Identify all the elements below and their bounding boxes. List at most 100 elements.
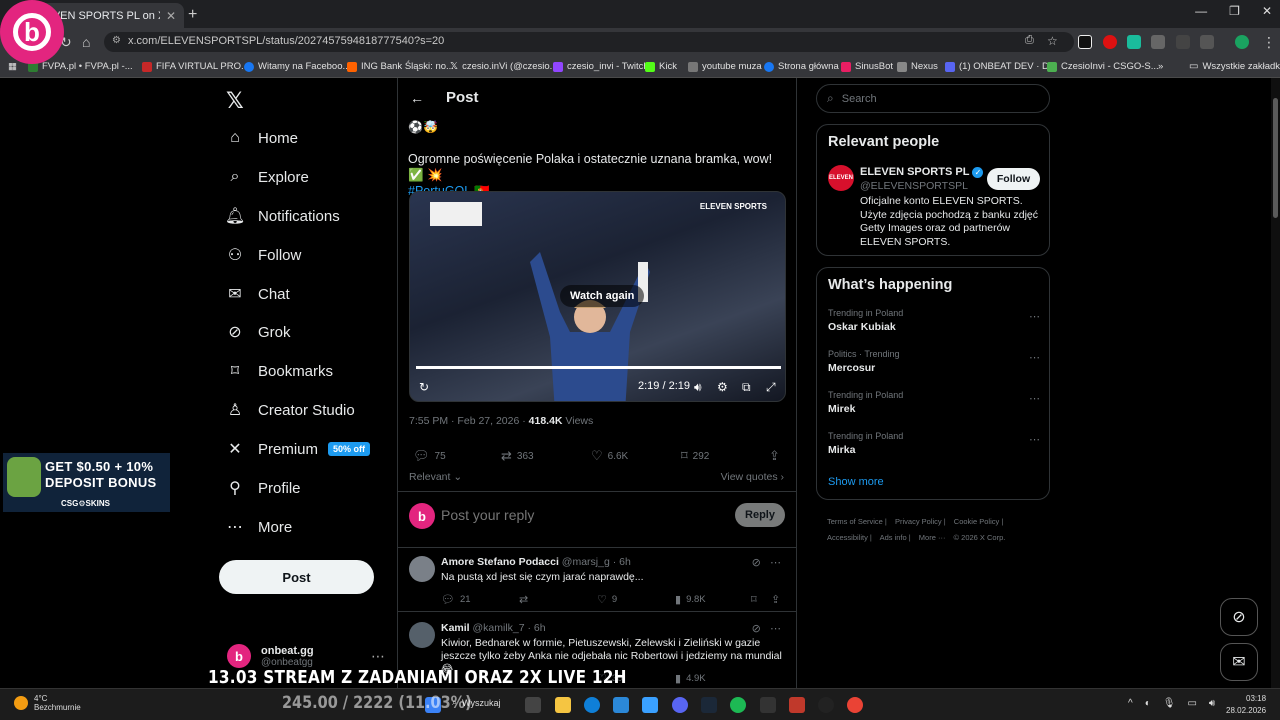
app-icon[interactable] bbox=[642, 697, 658, 713]
app-icon[interactable] bbox=[760, 697, 776, 713]
tab-close-icon[interactable]: ✕ bbox=[166, 9, 176, 23]
volume-icon[interactable]: 🔊︎ bbox=[1209, 698, 1215, 709]
bookmark-item[interactable]: czesio_invi - Twitch bbox=[553, 61, 649, 72]
reply-button[interactable]: Reply bbox=[735, 503, 785, 527]
pip-icon[interactable]: ⧉ bbox=[742, 380, 751, 395]
extension-icon[interactable] bbox=[1176, 35, 1190, 49]
replay-icon[interactable]: ↻ bbox=[419, 380, 429, 394]
reply-author-name[interactable]: Amore Stefano Podacci bbox=[441, 556, 559, 568]
extension-icon[interactable] bbox=[1103, 35, 1117, 49]
follow-button[interactable]: Follow bbox=[987, 168, 1040, 190]
share-action[interactable]: ⇪ bbox=[769, 448, 780, 464]
minimize-icon[interactable]: — bbox=[1195, 4, 1207, 18]
x-logo-icon[interactable]: 𝕏 bbox=[226, 88, 244, 114]
window-close-icon[interactable]: ✕ bbox=[1262, 4, 1272, 18]
store-icon[interactable] bbox=[613, 697, 629, 713]
footer-link[interactable]: Privacy Policy | bbox=[895, 517, 946, 526]
microphone-icon[interactable]: 🎙︎ bbox=[1163, 698, 1176, 709]
trend-item[interactable]: Trending in Poland Oskar Kubiak ⋯ bbox=[828, 308, 1040, 333]
browser-menu-icon[interactable]: ⋮ bbox=[1262, 34, 1276, 51]
account-more-icon[interactable]: ⋯ bbox=[371, 648, 385, 665]
account-switcher[interactable]: b onbeat.gg @onbeatgg ⋯ bbox=[227, 644, 385, 668]
nav-follow[interactable]: ⚇ Follow bbox=[226, 246, 302, 265]
extension-icon[interactable] bbox=[1151, 35, 1165, 49]
extension-icon[interactable] bbox=[1127, 35, 1141, 49]
reply-input[interactable] bbox=[441, 507, 721, 523]
home-browser-icon[interactable]: ⌂ bbox=[82, 34, 90, 50]
video-progress-bar[interactable] bbox=[416, 366, 781, 369]
trend-more-icon[interactable]: ⋯ bbox=[1029, 392, 1040, 405]
reply-more-icon[interactable]: ⋯ bbox=[770, 557, 781, 569]
bookmark-item[interactable]: FIFA VIRTUAL PRO... bbox=[142, 61, 249, 72]
trend-more-icon[interactable]: ⋯ bbox=[1029, 433, 1040, 446]
star-icon[interactable]: ☆ bbox=[1047, 34, 1058, 48]
nav-home[interactable]: ⌂ Home bbox=[226, 129, 298, 147]
bookmark-item[interactable]: Witamy na Faceboo... bbox=[244, 61, 350, 72]
bookmark-item[interactable]: ING Bank Śląski: no... bbox=[347, 61, 454, 72]
footer-link[interactable]: Terms of Service | bbox=[827, 517, 887, 526]
grok-explain-icon[interactable]: ⊘ bbox=[752, 623, 761, 635]
like-action[interactable]: ♡ 6.6K bbox=[591, 448, 628, 464]
nav-bookmarks[interactable]: ⌑ Bookmarks bbox=[226, 362, 333, 381]
steam-icon[interactable] bbox=[701, 697, 717, 713]
tray-expand-icon[interactable]: ^ bbox=[1128, 698, 1133, 709]
edge-icon[interactable] bbox=[584, 697, 600, 713]
watch-again-button[interactable]: Watch again bbox=[560, 285, 645, 307]
post-button[interactable]: Post bbox=[219, 560, 374, 594]
install-app-icon[interactable]: ⎙ bbox=[1025, 34, 1034, 47]
more-bookmarks-icon[interactable]: » bbox=[1158, 61, 1163, 72]
nav-chat[interactable]: ✉ Chat bbox=[226, 285, 289, 304]
grok-float-button[interactable]: ⊘ bbox=[1220, 598, 1258, 636]
sort-replies-dropdown[interactable]: Relevant ⌄ bbox=[409, 471, 462, 483]
footer-link[interactable]: More ··· bbox=[919, 533, 948, 542]
reply-author-name[interactable]: Kamil bbox=[441, 622, 470, 634]
maximize-icon[interactable]: ❐ bbox=[1229, 4, 1240, 18]
network-icon[interactable]: ▭ bbox=[1187, 698, 1196, 709]
trend-item[interactable]: Trending in Poland Mirka ⋯ bbox=[828, 431, 1040, 456]
apps-icon[interactable]: ▦ bbox=[8, 61, 17, 72]
view-quotes-link[interactable]: View quotes › bbox=[721, 471, 784, 483]
obs-icon[interactable] bbox=[818, 697, 834, 713]
grok-explain-icon[interactable]: ⊘ bbox=[752, 557, 761, 569]
url-field[interactable]: ⚙ x.com/ELEVENSPORTSPL/status/2027457594… bbox=[104, 32, 1074, 52]
site-info-icon[interactable]: ⚙ bbox=[112, 35, 121, 46]
settings-icon[interactable]: ⚙ bbox=[717, 380, 728, 394]
person-name[interactable]: ELEVEN SPORTS PL ✓ bbox=[860, 166, 984, 178]
all-bookmarks-folder[interactable]: ▭ Wszystkie zakładki bbox=[1189, 61, 1280, 72]
like-action[interactable]: ♡ 9 bbox=[597, 593, 617, 606]
trend-item[interactable]: Trending in Poland Mirek ⋯ bbox=[828, 390, 1040, 415]
bookmark-item[interactable]: SinusBot bbox=[841, 61, 893, 72]
messages-float-button[interactable]: ✉ bbox=[1220, 643, 1258, 681]
avatar[interactable] bbox=[409, 622, 435, 648]
views-action[interactable]: ▮ 9.8K bbox=[675, 593, 706, 606]
repost-action[interactable]: ⇄ 363 bbox=[501, 448, 534, 464]
page-scrollbar[interactable] bbox=[1271, 78, 1280, 688]
extension-icon[interactable] bbox=[1078, 35, 1092, 49]
nav-more[interactable]: ⋯ More bbox=[226, 518, 292, 537]
bookmark-item[interactable]: (1) ONBEAT DEV · D... bbox=[945, 61, 1057, 72]
scrollbar-thumb[interactable] bbox=[1273, 98, 1278, 218]
share-action[interactable]: ⇪ bbox=[771, 593, 780, 606]
extensions-puzzle-icon[interactable] bbox=[1200, 35, 1214, 49]
repost-action[interactable]: ⇄ bbox=[519, 593, 533, 606]
bookmark-action[interactable]: ⌑ 292 bbox=[681, 448, 709, 464]
footer-link[interactable]: Ads info | bbox=[880, 533, 911, 542]
video-player[interactable]: ELEVEN SPORTS Watch again ↻ 2:19 / 2:19 … bbox=[409, 191, 786, 402]
weather-widget[interactable]: 4°C Bezchmurnie bbox=[14, 694, 81, 712]
search-input[interactable] bbox=[841, 92, 1032, 105]
reply-more-icon[interactable]: ⋯ bbox=[770, 623, 781, 635]
app-icon[interactable] bbox=[789, 697, 805, 713]
file-explorer-icon[interactable] bbox=[555, 697, 571, 713]
trend-item[interactable]: Politics · Trending Mercosur ⋯ bbox=[828, 349, 1040, 374]
new-tab-icon[interactable]: + bbox=[188, 6, 197, 24]
views-action[interactable]: ▮ 4.9K bbox=[675, 672, 706, 685]
bookmark-item[interactable]: CzesioInvi - CSGO-S... bbox=[1047, 61, 1159, 72]
bookmark-item[interactable]: Kick bbox=[645, 61, 677, 72]
task-view-icon[interactable] bbox=[525, 697, 541, 713]
promo-banner[interactable]: GET $0.50 + 10% DEPOSIT BONUS CSG⚙SKINS bbox=[3, 453, 170, 512]
clock[interactable]: 03:18 28.02.2026 bbox=[1226, 693, 1266, 717]
bookmark-action[interactable]: ⌑ bbox=[751, 593, 757, 606]
reply-action[interactable]: 💬︎ 75 bbox=[413, 448, 446, 464]
nav-grok[interactable]: ⊘ Grok bbox=[226, 323, 290, 342]
spotify-icon[interactable] bbox=[730, 697, 746, 713]
